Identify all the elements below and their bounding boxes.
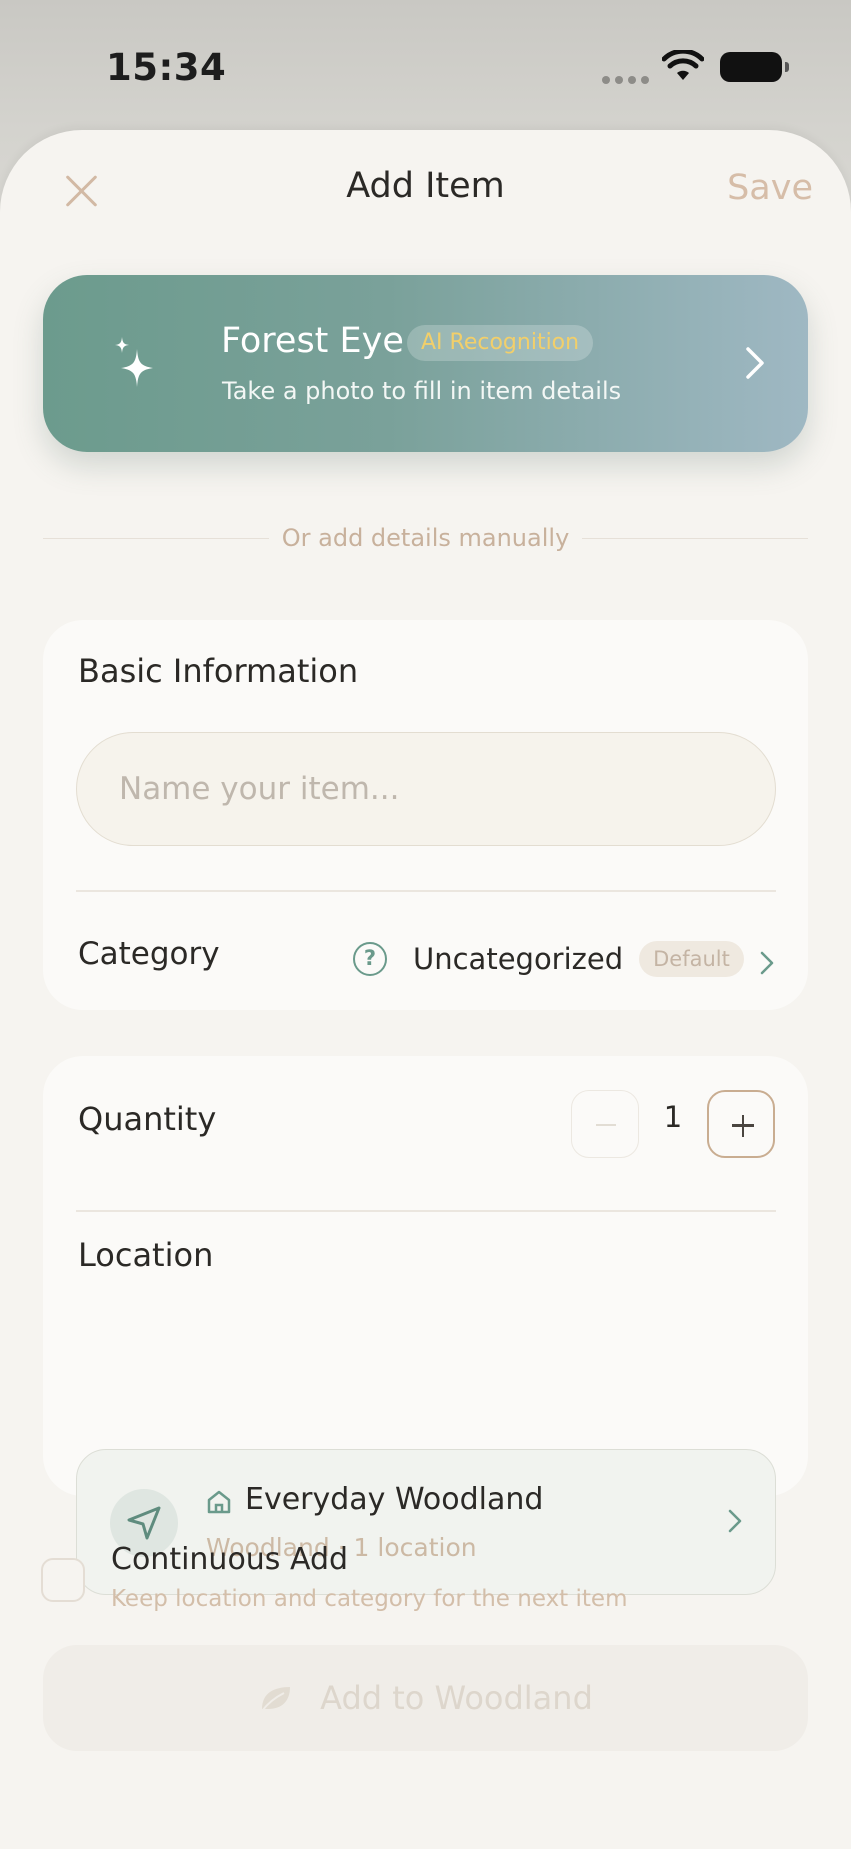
battery-icon [720, 52, 789, 82]
item-name-input[interactable] [76, 732, 776, 846]
chevron-right-icon [728, 1509, 742, 1533]
ai-recognition-banner[interactable]: Forest Eye AI Recognition Take a photo t… [43, 275, 808, 452]
continuous-add-subtitle: Keep location and category for the next … [111, 1586, 628, 1612]
quantity-location-card: Quantity 1 Location Everyday Woodland Wo… [43, 1056, 808, 1595]
signal-dots-icon [602, 76, 649, 84]
category-label: Category [78, 936, 220, 972]
basic-information-card: Basic Information Category ? Uncategoriz… [43, 620, 808, 1010]
navigation-arrow-icon [127, 1506, 161, 1540]
chevron-right-icon[interactable] [759, 950, 775, 976]
status-time: 15:34 [106, 46, 227, 89]
add-to-woodland-button[interactable]: Add to Woodland [43, 1645, 808, 1751]
category-selector[interactable]: ? Uncategorized Default [353, 934, 744, 984]
save-button[interactable]: Save [727, 168, 813, 208]
house-icon [207, 1490, 231, 1514]
leaf-icon [261, 1687, 291, 1712]
chevron-right-icon [746, 347, 764, 379]
divider [76, 890, 776, 892]
continuous-add-title: Continuous Add [111, 1542, 349, 1577]
divider [76, 1210, 776, 1212]
continuous-add-checkbox[interactable] [41, 1558, 85, 1602]
default-badge: Default [639, 941, 744, 977]
quantity-increment-button[interactable] [707, 1090, 775, 1158]
category-value: Uncategorized [413, 942, 624, 976]
status-bar: 15:34 [0, 0, 851, 130]
quantity-label: Quantity [78, 1100, 217, 1138]
location-label: Location [78, 1236, 214, 1274]
divider-line [582, 538, 808, 539]
add-item-sheet: Add Item Save Forest Eye AI Recognition … [0, 130, 851, 1849]
location-name: Everyday Woodland [245, 1482, 544, 1517]
add-button-content: Add to Woodland [43, 1678, 808, 1718]
manual-divider: Or add details manually [43, 518, 808, 558]
help-icon: ? [353, 942, 387, 976]
basic-information-title: Basic Information [78, 652, 359, 690]
add-button-label: Add to Woodland [320, 1679, 593, 1717]
wifi-icon [662, 50, 704, 80]
ai-banner-title: Forest Eye [221, 321, 404, 361]
page-title: Add Item [346, 166, 505, 206]
ai-banner-subtitle: Take a photo to fill in item details [222, 377, 622, 405]
quantity-value: 1 [663, 1100, 683, 1134]
ai-recognition-badge: AI Recognition [407, 325, 594, 361]
sparkle-icon [115, 337, 153, 387]
quantity-decrement-button[interactable] [571, 1090, 639, 1158]
